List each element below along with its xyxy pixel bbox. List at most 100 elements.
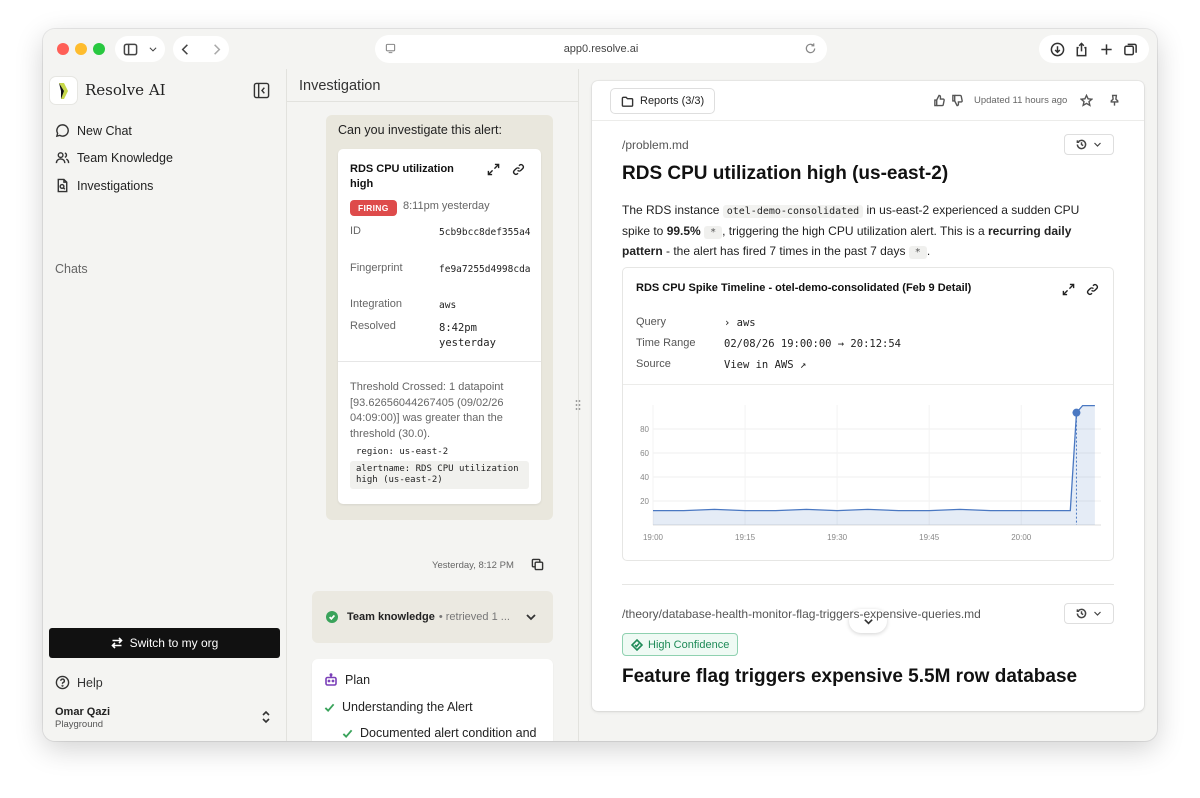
help-link[interactable]: Help — [55, 675, 103, 690]
problem-path: /problem.md — [622, 138, 689, 152]
user-org: Playground — [55, 719, 104, 730]
problem-description: The RDS instance otel-demo-consolidated … — [622, 201, 1102, 263]
view-in-aws-link[interactable]: View in AWS ↗ — [724, 359, 806, 371]
plan-title: Plan — [345, 673, 371, 687]
users-icon — [55, 152, 70, 164]
expand-icon[interactable] — [1062, 283, 1075, 296]
thumbs-down-icon[interactable] — [951, 94, 964, 107]
team-knowledge-label: Team knowledge — [347, 611, 435, 623]
plan-header: Plan — [324, 673, 370, 687]
sidebar-item-label: New Chat — [77, 123, 132, 138]
confidence-badge: High Confidence — [622, 633, 739, 656]
expand-icon[interactable] — [487, 163, 500, 176]
check-icon — [342, 729, 353, 739]
citation-chip[interactable]: * — [704, 225, 723, 239]
share-icon[interactable] — [1074, 41, 1089, 57]
copy-icon[interactable] — [531, 558, 544, 571]
alert-tags: region: us-east-2 alertname: RDS CPU uti… — [350, 444, 529, 489]
reports-label: Reports (3/3) — [640, 95, 705, 107]
team-knowledge-card[interactable]: Team knowledge • retrieved 1 ... — [312, 591, 553, 643]
x-tick-label: 19:00 — [643, 533, 664, 542]
title-bar: app0.resolve.ai — [43, 29, 1157, 69]
status-badge: FIRING — [350, 200, 397, 216]
collapse-sidebar-icon[interactable] — [253, 82, 270, 99]
report-panel: Reports (3/3) Updated 11 hours ago /prob… — [592, 81, 1144, 711]
document-search-icon — [57, 178, 68, 193]
history-nav — [173, 36, 229, 62]
sidebar-toggle-button[interactable] — [115, 36, 165, 62]
resize-handle[interactable] — [575, 399, 581, 411]
brand-name: Resolve AI — [85, 81, 166, 99]
sidebar-item-team-knowledge[interactable]: Team Knowledge — [55, 150, 173, 165]
plan-step-label: Understanding the Alert — [342, 700, 473, 714]
chart-card: RDS CPU Spike Timeline - otel-demo-conso… — [622, 267, 1114, 561]
updated-text: Updated 11 hours ago — [974, 95, 1068, 106]
app-sidebar: Resolve AI New Chat Team Knowledge Inves… — [43, 69, 287, 741]
reports-button[interactable]: Reports (3/3) — [610, 88, 716, 114]
resolve-logo[interactable] — [49, 76, 78, 105]
version-history-button[interactable] — [1064, 134, 1114, 155]
thumbs-up-icon[interactable] — [933, 94, 946, 107]
bold-text: 99.5% — [666, 223, 701, 238]
team-knowledge-sub: • retrieved 1 ... — [438, 611, 510, 623]
tabs-overview-icon[interactable] — [1123, 42, 1138, 57]
pin-icon[interactable] — [1108, 94, 1121, 107]
series-area — [653, 405, 1095, 525]
text: , triggering the high CPU utilization al… — [722, 223, 989, 238]
message-timestamp: Yesterday, 8:12 PM — [432, 560, 514, 571]
history-icon — [1076, 608, 1087, 619]
maximize-window-button[interactable] — [93, 43, 105, 55]
url-text: app0.resolve.ai — [563, 43, 639, 55]
alert-title: RDS CPU utilization high — [350, 163, 454, 190]
switch-org-button[interactable]: Switch to my org — [49, 628, 280, 658]
field-key: Resolved — [350, 320, 396, 332]
browser-window: app0.resolve.ai Resolve AI New Chat Team… — [43, 29, 1157, 741]
back-icon[interactable] — [178, 42, 193, 57]
field-key: Fingerprint — [350, 262, 403, 274]
theory-path: /theory/database-health-monitor-flag-tri… — [622, 607, 981, 621]
message-text: Can you investigate this alert: — [338, 123, 502, 137]
text: . — [926, 244, 931, 258]
resolve-logo-icon — [58, 82, 68, 99]
alert-card: RDS CPU utilization high FIRING 8:11pm y… — [338, 149, 541, 504]
version-history-button[interactable] — [1064, 603, 1114, 624]
link-icon[interactable] — [1086, 283, 1099, 296]
plan-step: Understanding the Alert — [324, 700, 473, 714]
robot-icon — [325, 673, 337, 686]
tag: region: us-east-2 — [356, 447, 449, 457]
divider — [287, 101, 578, 102]
star-icon[interactable] — [1080, 94, 1093, 107]
account-switcher-icon[interactable] — [260, 710, 272, 724]
sidebar-item-new-chat[interactable]: New Chat — [55, 123, 132, 138]
x-tick-label: 19:30 — [827, 533, 848, 542]
link-icon[interactable] — [512, 163, 525, 176]
y-tick-label: 40 — [640, 473, 649, 482]
sidebar-item-investigations[interactable]: Investigations — [55, 178, 153, 193]
x-tick-label: 20:00 — [1011, 533, 1032, 542]
minimize-window-button[interactable] — [75, 43, 87, 55]
reload-icon[interactable] — [804, 42, 817, 55]
swap-icon — [111, 637, 123, 649]
investigation-panel: Investigation Can you investigate this a… — [287, 69, 579, 741]
tag: alertname: RDS CPU utilization high (us-… — [350, 461, 529, 489]
citation-chip[interactable]: * — [908, 246, 927, 259]
address-bar[interactable]: app0.resolve.ai — [375, 35, 827, 63]
download-icon[interactable] — [1050, 42, 1065, 57]
chevron-down-icon — [149, 47, 156, 52]
divider — [338, 361, 541, 362]
close-window-button[interactable] — [57, 43, 69, 55]
chart-title: RDS CPU Spike Timeline - otel-demo-conso… — [636, 282, 972, 294]
chevron-down-icon — [1094, 611, 1101, 616]
chevron-down-icon[interactable] — [525, 611, 537, 623]
plan-substep-label: Documented alert condition and checked c… — [360, 726, 537, 740]
plan-card: Plan Understanding the Alert Documented … — [312, 659, 553, 741]
sidebar-item-label: Investigations — [77, 178, 154, 193]
divider — [622, 584, 1114, 585]
forward-icon[interactable] — [209, 42, 224, 57]
plan-substep: Documented alert condition and checked c… — [342, 724, 542, 741]
new-tab-icon[interactable] — [1099, 42, 1114, 57]
chats-section-label: Chats — [55, 262, 88, 276]
y-tick-label: 20 — [640, 497, 649, 506]
y-tick-label: 80 — [640, 425, 649, 434]
sidebar-item-label: Team Knowledge — [77, 150, 173, 165]
